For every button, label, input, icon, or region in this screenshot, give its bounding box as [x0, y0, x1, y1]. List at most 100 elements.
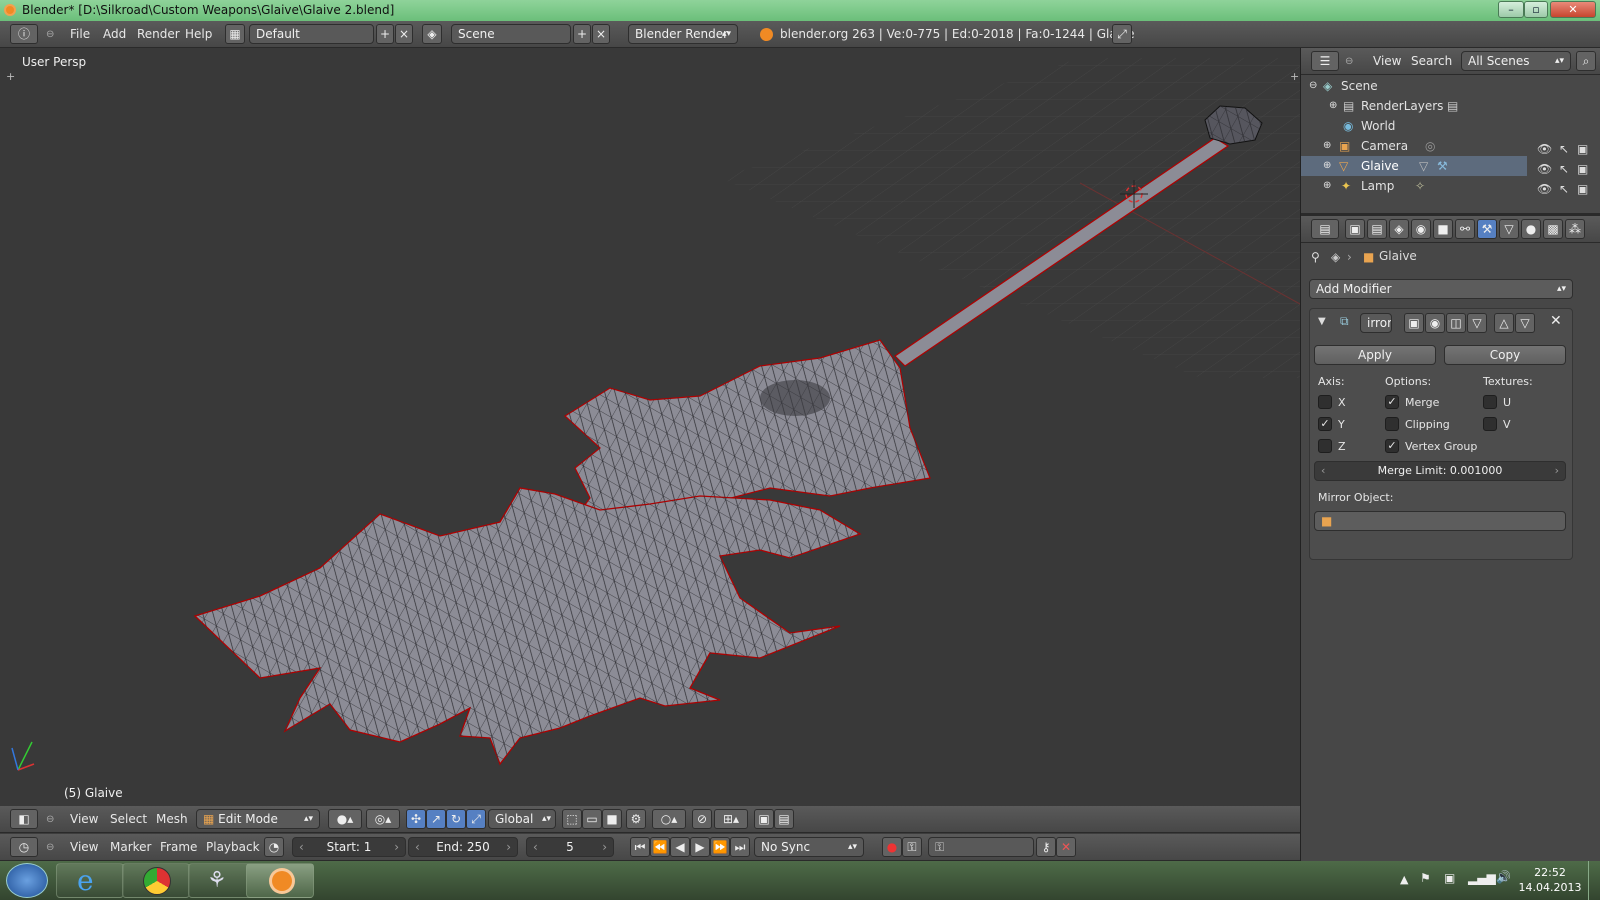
outliner-item-lamp[interactable]: ⊕ ✦ Lamp ✧	[1301, 176, 1527, 196]
search-icon[interactable]: ⌕	[1576, 51, 1596, 71]
jump-end-icon[interactable]: ⏭	[730, 837, 750, 857]
properties-panel[interactable]: ▤ ▣ ▤ ◈ ◉ ■ ⚯ ⚒ ▽ ● ▩ ⁂ ⚲ ◈ › ■ Glaive A…	[1301, 216, 1600, 861]
outliner-item-camera[interactable]: ⊕ ▣ Camera ◎	[1301, 136, 1527, 156]
render-camera-icon[interactable]: ▣	[1577, 142, 1588, 156]
pin-icon[interactable]: ⚲	[1311, 250, 1320, 264]
constraints-tab-icon[interactable]: ⚯	[1455, 219, 1475, 239]
editmode-toggle-icon[interactable]: ◫	[1446, 313, 1466, 333]
expand-toggle-icon[interactable]: ⊕	[1323, 176, 1331, 196]
proportional-editing-icon[interactable]: ○▴	[652, 809, 686, 829]
outliner-menu-search[interactable]: Search	[1411, 54, 1452, 68]
viewport-menu-mesh[interactable]: Mesh	[156, 812, 188, 826]
chrome-icon[interactable]	[122, 863, 190, 898]
timeline-menu-marker[interactable]: Marker	[110, 840, 151, 854]
insert-keyframe-icon[interactable]: ⚷	[1036, 837, 1056, 857]
vertex-group-checkbox[interactable]: ✓	[1385, 439, 1399, 453]
mirror-object-field[interactable]: ■	[1314, 511, 1566, 531]
expand-toggle-icon[interactable]: ⊖	[1309, 76, 1317, 96]
scene-field[interactable]: Scene	[451, 24, 571, 44]
preview-range-clock-icon[interactable]: ◔	[264, 837, 284, 857]
snap-element-icon[interactable]: ⊞▴	[714, 809, 748, 829]
tray-device-icon[interactable]: ▣	[1444, 871, 1455, 885]
axis-x-checkbox[interactable]	[1318, 395, 1332, 409]
flag-icon[interactable]: ⚑	[1420, 871, 1431, 885]
mode-select[interactable]: ▦ Edit Mode ▴▾	[196, 809, 320, 829]
timeline-menu-playback[interactable]: Playback	[206, 840, 260, 854]
outliner-item-scene[interactable]: ⊖ ◈ Scene	[1301, 76, 1527, 96]
clock[interactable]: 22:52 14.04.2013	[1518, 865, 1582, 895]
editor-type-outliner-icon[interactable]: ☰	[1311, 51, 1339, 71]
outliner-item-world[interactable]: ◉ World	[1301, 116, 1527, 136]
record-icon[interactable]: ●	[882, 837, 902, 857]
visibility-eye-icon[interactable]: 👁	[1537, 182, 1552, 196]
3d-viewport[interactable]: + + User Persp (5) Glaive	[0, 48, 1300, 806]
pivot-point-icon[interactable]: ◎▴	[366, 809, 400, 829]
add-layout-button[interactable]: +	[376, 24, 394, 44]
visibility-eye-icon[interactable]: 👁	[1537, 162, 1552, 176]
maximize-button[interactable]: ▫	[1524, 1, 1548, 18]
show-desktop-button[interactable]	[1588, 861, 1600, 900]
collapse-menu-icon[interactable]: ⊖	[1345, 56, 1353, 67]
end-frame-field[interactable]: ‹ End: 250 ›	[408, 837, 518, 857]
merge-limit-field[interactable]: ‹ Merge Limit: 0.001000 ›	[1314, 461, 1566, 481]
keying-set-icon[interactable]: ⚿	[902, 837, 922, 857]
editor-type-properties-icon[interactable]: ▤	[1311, 219, 1339, 239]
jump-prev-keyframe-icon[interactable]: ⏪	[650, 837, 670, 857]
render-animation-icon[interactable]: ▤	[774, 809, 794, 829]
collapse-menu-icon[interactable]: ⊖	[46, 29, 54, 40]
collapse-menu-icon[interactable]: ⊖	[46, 814, 54, 825]
timeline-menu-view[interactable]: View	[70, 840, 98, 854]
menu-help[interactable]: Help	[185, 27, 212, 41]
transform-orientation-select[interactable]: Global ▴▾	[488, 809, 556, 829]
remove-modifier-close-icon[interactable]: ✕	[1550, 313, 1562, 329]
viewport-shading-icon[interactable]: ●▴	[328, 809, 362, 829]
vertex-select-mode-icon[interactable]: ⬚	[562, 809, 582, 829]
decrement-arrow-icon[interactable]: ‹	[299, 838, 304, 856]
play-icon[interactable]: ▶	[690, 837, 710, 857]
increment-arrow-icon[interactable]: ›	[602, 838, 607, 856]
decrement-arrow-icon[interactable]: ‹	[533, 838, 538, 856]
start-windows-logo-icon[interactable]	[6, 863, 48, 898]
add-scene-button[interactable]: +	[573, 24, 591, 44]
collapse-triangle-icon[interactable]: ▼	[1318, 316, 1326, 327]
viewport-menu-select[interactable]: Select	[110, 812, 147, 826]
viewport-toggle-eye-icon[interactable]: ◉	[1425, 313, 1445, 333]
viewport-canvas[interactable]: + +	[0, 48, 1300, 806]
texture-v-checkbox[interactable]	[1483, 417, 1497, 431]
volume-icon[interactable]: 🔊	[1496, 870, 1511, 884]
render-engine-select[interactable]: Blender Render ▴▾	[628, 24, 738, 44]
apply-button[interactable]: Apply	[1314, 345, 1436, 365]
render-camera-icon[interactable]: ▣	[1577, 162, 1588, 176]
close-window-button[interactable]: ✕	[1550, 1, 1596, 18]
copy-button[interactable]: Copy	[1444, 345, 1566, 365]
editor-type-3dview-icon[interactable]: ◧	[10, 809, 38, 829]
active-keying-set-field[interactable]: ⚿	[928, 837, 1034, 857]
jump-next-keyframe-icon[interactable]: ⏩	[710, 837, 730, 857]
snap-toggle-icon[interactable]: ⊘	[692, 809, 712, 829]
modifier-name-field[interactable]: irror	[1360, 313, 1392, 333]
fullscreen-toggle-icon[interactable]: ⤢	[1112, 24, 1132, 44]
blender-taskbar-icon[interactable]	[246, 863, 314, 898]
object-tab-icon[interactable]: ■	[1433, 219, 1453, 239]
scale-manipulator-icon[interactable]: ⤢	[466, 809, 486, 829]
visibility-eye-icon[interactable]: 👁	[1537, 142, 1552, 156]
current-frame-field[interactable]: ‹ 5 ›	[526, 837, 614, 857]
axis-y-checkbox[interactable]: ✓	[1318, 417, 1332, 431]
render-camera-icon[interactable]: ▣	[1577, 182, 1588, 196]
area-divider[interactable]	[1301, 213, 1600, 216]
menu-render[interactable]: Render	[137, 27, 180, 41]
outliner-item-glaive[interactable]: ⊕ ▽ Glaive ▽ ⚒	[1301, 156, 1527, 176]
delete-keyframe-icon[interactable]: ✕	[1056, 837, 1076, 857]
world-tab-icon[interactable]: ◉	[1411, 219, 1431, 239]
face-select-mode-icon[interactable]: ■	[602, 809, 622, 829]
expand-toggle-icon[interactable]: ⊕	[1323, 136, 1331, 156]
translate-manipulator-icon[interactable]: ↗	[426, 809, 446, 829]
decrement-arrow-icon[interactable]: ‹	[415, 838, 420, 856]
move-up-icon[interactable]: △	[1494, 313, 1514, 333]
expand-toggle-icon[interactable]: ⊕	[1329, 96, 1337, 116]
sync-mode-select[interactable]: No Sync ▴▾	[754, 837, 864, 857]
render-image-icon[interactable]: ▣	[754, 809, 774, 829]
increment-arrow-icon[interactable]: ›	[506, 838, 511, 856]
editor-type-timeline-icon[interactable]: ◷	[10, 837, 38, 857]
outliner-item-renderlayers[interactable]: ⊕ ▤ RenderLayers ▤	[1301, 96, 1527, 116]
